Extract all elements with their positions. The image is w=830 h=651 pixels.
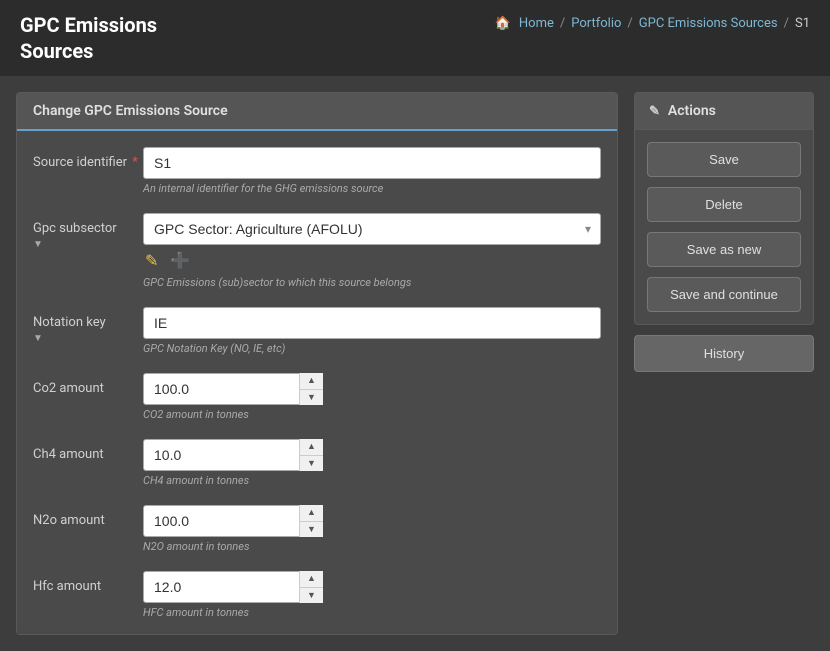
breadcrumb-portfolio[interactable]: Portfolio — [571, 16, 621, 31]
subsector-actions: ✎ ➕ — [143, 249, 601, 273]
ch4-spinner-down[interactable]: ▼ — [300, 456, 323, 472]
hfc-amount-input[interactable] — [143, 571, 323, 603]
hfc-spinner-down[interactable]: ▼ — [300, 588, 323, 604]
n2o-amount-help: N2O amount in tonnes — [143, 540, 601, 553]
hfc-spinners: ▲ ▼ — [299, 571, 323, 603]
n2o-amount-input[interactable] — [143, 505, 323, 537]
ch4-amount-row: Ch4 amount ▲ ▼ CH4 amount in tonnes — [33, 439, 601, 487]
delete-button[interactable]: Delete — [647, 187, 801, 222]
header: GPC Emissions Sources 🏠 Home / Portfolio… — [0, 0, 830, 76]
gpc-subsector-help: GPC Emissions (sub)sector to which this … — [143, 276, 601, 289]
breadcrumb-current: S1 — [795, 16, 810, 31]
gpc-subsector-field: ▾ ✎ ➕ GPC Emissions (sub)sector to which… — [143, 213, 601, 289]
gpc-subsector-input[interactable] — [143, 213, 601, 245]
breadcrumb: 🏠 Home / Portfolio / GPC Emissions Sourc… — [495, 16, 810, 31]
hfc-amount-label: Hfc amount — [33, 571, 143, 594]
form-panel: Change GPC Emissions Source Source ident… — [16, 92, 618, 635]
ch4-spinners: ▲ ▼ — [299, 439, 323, 471]
form-body: Source identifier * An internal identifi… — [17, 131, 617, 635]
actions-buttons: Save Delete Save as new Save and continu… — [635, 130, 813, 324]
hfc-amount-field: ▲ ▼ HFC amount in tonnes — [143, 571, 601, 619]
source-identifier-help: An internal identifier for the GHG emiss… — [143, 182, 601, 195]
notation-key-input[interactable] — [143, 307, 601, 339]
save-as-new-button[interactable]: Save as new — [647, 232, 801, 267]
co2-spinner-up[interactable]: ▲ — [300, 373, 323, 390]
sidebar: ✎ Actions Save Delete Save as new Save a… — [634, 92, 814, 635]
ch4-amount-field: ▲ ▼ CH4 amount in tonnes — [143, 439, 601, 487]
actions-panel: ✎ Actions Save Delete Save as new Save a… — [634, 92, 814, 325]
co2-amount-row: Co2 amount ▲ ▼ CO2 amount in tonnes — [33, 373, 601, 421]
actions-header: ✎ Actions — [635, 93, 813, 130]
save-button[interactable]: Save — [647, 142, 801, 177]
notation-key-help: GPC Notation Key (NO, IE, etc) — [143, 342, 601, 355]
co2-amount-input[interactable] — [143, 373, 323, 405]
n2o-spinner-up[interactable]: ▲ — [300, 505, 323, 522]
edit-subsector-button[interactable]: ✎ — [143, 249, 160, 273]
ch4-amount-label: Ch4 amount — [33, 439, 143, 462]
actions-label: Actions — [668, 103, 716, 119]
n2o-spinners: ▲ ▼ — [299, 505, 323, 537]
gpc-subsector-row: Gpc subsector ▼ ▾ ✎ ➕ GPC Emissions (sub… — [33, 213, 601, 289]
breadcrumb-home[interactable]: Home — [519, 16, 554, 31]
notation-toggle-arrow[interactable]: ▼ — [33, 333, 43, 344]
add-subsector-button[interactable]: ➕ — [168, 249, 192, 273]
required-star: * — [132, 155, 138, 170]
ch4-amount-help: CH4 amount in tonnes — [143, 474, 601, 487]
n2o-amount-field: ▲ ▼ N2O amount in tonnes — [143, 505, 601, 553]
co2-amount-help: CO2 amount in tonnes — [143, 408, 601, 421]
notation-key-field: GPC Notation Key (NO, IE, etc) — [143, 307, 601, 355]
hfc-spinner-up[interactable]: ▲ — [300, 571, 323, 588]
ch4-spinner-up[interactable]: ▲ — [300, 439, 323, 456]
history-button[interactable]: History — [634, 335, 814, 372]
ch4-amount-input[interactable] — [143, 439, 323, 471]
source-identifier-label: Source identifier * — [33, 147, 143, 170]
co2-spinners: ▲ ▼ — [299, 373, 323, 405]
source-identifier-row: Source identifier * An internal identifi… — [33, 147, 601, 195]
hfc-amount-help: HFC amount in tonnes — [143, 606, 601, 619]
n2o-amount-input-wrap: ▲ ▼ — [143, 505, 323, 537]
hfc-amount-input-wrap: ▲ ▼ — [143, 571, 323, 603]
co2-amount-label: Co2 amount — [33, 373, 143, 396]
co2-spinner-down[interactable]: ▼ — [300, 390, 323, 406]
co2-amount-field: ▲ ▼ CO2 amount in tonnes — [143, 373, 601, 421]
ch4-amount-input-wrap: ▲ ▼ — [143, 439, 323, 471]
source-identifier-field: An internal identifier for the GHG emiss… — [143, 147, 601, 195]
gpc-subsector-select-wrap: ▾ — [143, 213, 601, 245]
hfc-amount-row: Hfc amount ▲ ▼ HFC amount in tonnes — [33, 571, 601, 619]
page-title: GPC Emissions Sources — [20, 12, 157, 64]
home-icon: 🏠 — [495, 16, 511, 31]
gpc-subsector-label: Gpc subsector ▼ — [33, 213, 143, 251]
notation-key-label: Notation key ▼ — [33, 307, 143, 345]
save-and-continue-button[interactable]: Save and continue — [647, 277, 801, 312]
n2o-spinner-down[interactable]: ▼ — [300, 522, 323, 538]
n2o-amount-row: N2o amount ▲ ▼ N2O amount in tonnes — [33, 505, 601, 553]
subsector-toggle-arrow[interactable]: ▼ — [33, 239, 43, 250]
main-layout: Change GPC Emissions Source Source ident… — [0, 76, 830, 651]
breadcrumb-gpc[interactable]: GPC Emissions Sources — [639, 16, 778, 31]
notation-key-row: Notation key ▼ GPC Notation Key (NO, IE,… — [33, 307, 601, 355]
form-panel-title: Change GPC Emissions Source — [17, 93, 617, 131]
actions-icon: ✎ — [649, 104, 660, 119]
source-identifier-input[interactable] — [143, 147, 601, 179]
co2-amount-input-wrap: ▲ ▼ — [143, 373, 323, 405]
n2o-amount-label: N2o amount — [33, 505, 143, 528]
